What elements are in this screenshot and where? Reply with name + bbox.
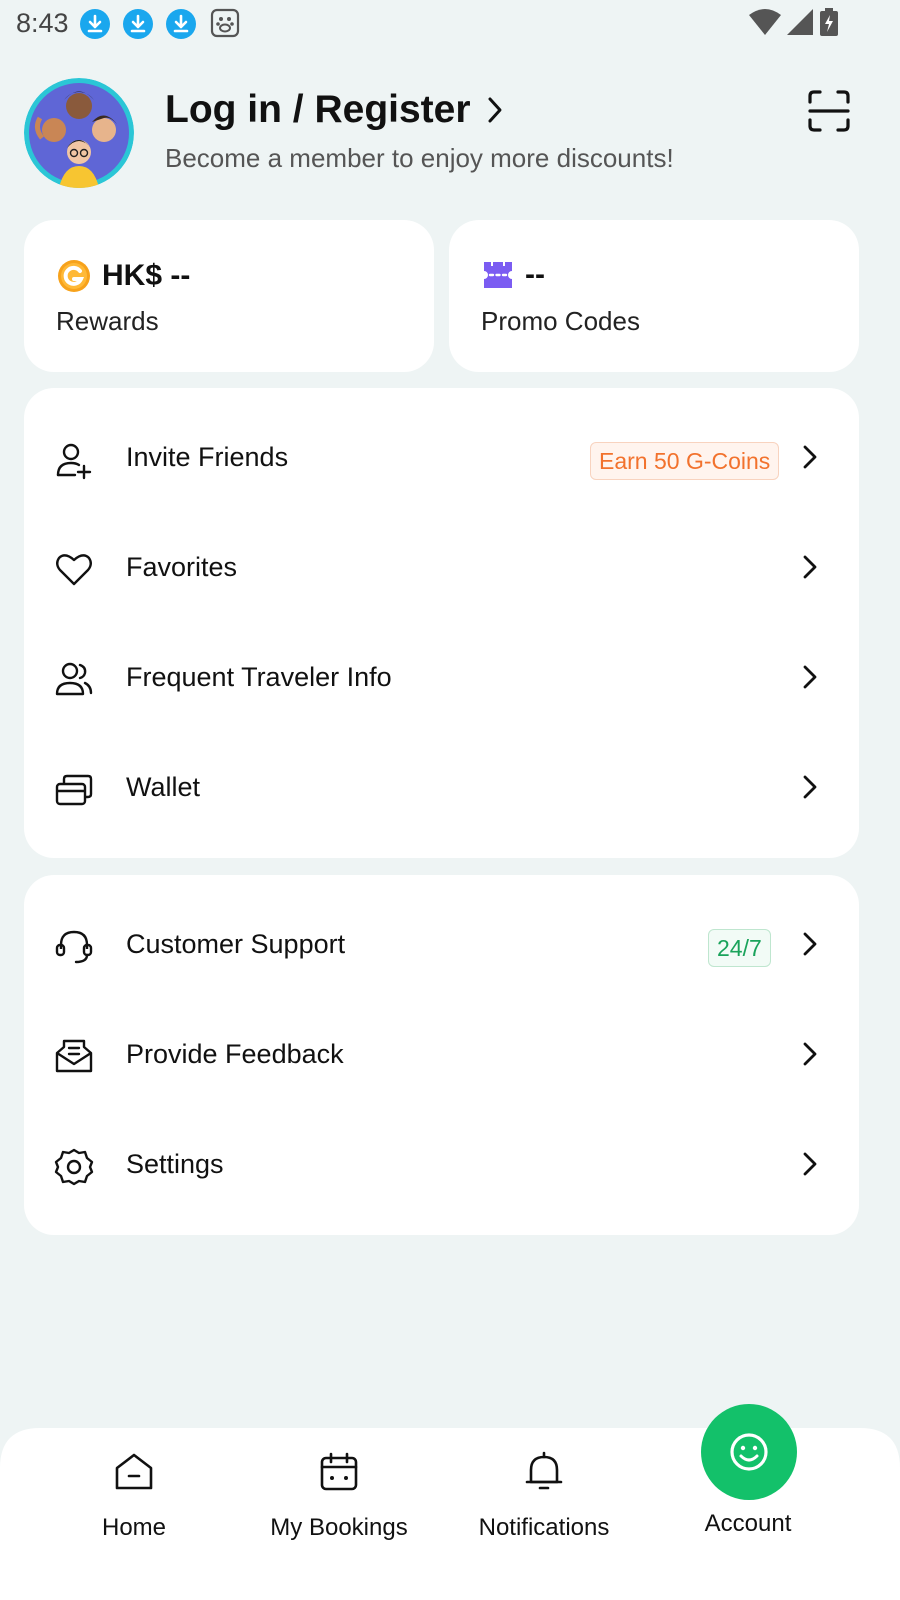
scan-button[interactable] xyxy=(806,88,852,134)
promo-label: Promo Codes xyxy=(481,306,640,336)
earn-coins-badge: Earn 50 G-Coins xyxy=(590,442,780,480)
travelers-icon xyxy=(55,662,93,696)
calendar-icon xyxy=(320,1452,358,1491)
login-register-link[interactable]: Log in / Register xyxy=(165,88,505,132)
bell-icon xyxy=(525,1451,563,1490)
download-icon xyxy=(80,9,110,39)
login-title-text: Log in / Register xyxy=(165,88,471,131)
rewards-value-row: HK$ -- xyxy=(56,258,190,294)
nav-account-label[interactable]: Account xyxy=(658,1510,838,1538)
menu-item-provide-feedback[interactable]: Provide Feedback xyxy=(24,1001,859,1111)
scan-icon xyxy=(808,90,850,132)
smile-icon xyxy=(730,1433,768,1471)
menu-item-invite-friends[interactable]: Invite Friends Earn 50 G-Coins xyxy=(24,404,859,514)
add-user-icon xyxy=(56,443,92,480)
status-bar: 8:43 xyxy=(0,0,900,48)
battery-charging-icon xyxy=(818,7,840,42)
status-time: 8:43 xyxy=(16,8,69,38)
menu-label: Wallet xyxy=(126,772,201,802)
chevron-right-icon xyxy=(803,1042,817,1066)
chevron-right-icon xyxy=(803,665,817,689)
chevron-right-icon xyxy=(803,775,817,799)
login-subtitle: Become a member to enjoy more discounts! xyxy=(165,143,674,173)
baidu-icon xyxy=(210,8,240,38)
chevron-right-icon xyxy=(803,445,817,469)
menu-item-favorites[interactable]: Favorites xyxy=(24,514,859,624)
menu-label: Frequent Traveler Info xyxy=(126,662,392,692)
nav-home[interactable]: Home xyxy=(44,1450,224,1570)
home-icon xyxy=(115,1453,153,1490)
download-icon xyxy=(166,9,196,39)
menu-item-wallet[interactable]: Wallet xyxy=(24,734,859,844)
g-coin-icon xyxy=(58,260,90,292)
account-menu-primary: Invite Friends Earn 50 G-Coins Favorites… xyxy=(24,388,859,858)
menu-label: Invite Friends xyxy=(126,442,289,472)
system-status-icons xyxy=(748,7,840,42)
chevron-right-icon xyxy=(488,97,502,123)
menu-item-frequent-traveler-info[interactable]: Frequent Traveler Info xyxy=(24,624,859,734)
menu-label: Provide Feedback xyxy=(126,1039,344,1069)
download-icon xyxy=(123,9,153,39)
support-hours-badge: 24/7 xyxy=(708,929,771,967)
signal-icon xyxy=(786,7,814,42)
bottom-navigation: Home My Bookings Notifications Account xyxy=(0,1404,900,1600)
ticket-icon xyxy=(484,262,512,288)
avatar[interactable] xyxy=(24,78,134,188)
rewards-label: Rewards xyxy=(56,306,159,336)
nav-label: Notifications xyxy=(478,1514,610,1541)
feedback-icon xyxy=(55,1039,93,1073)
chevron-right-icon xyxy=(803,1152,817,1176)
menu-item-settings[interactable]: Settings xyxy=(24,1111,859,1221)
nav-label: Home xyxy=(101,1514,167,1541)
menu-label: Favorites xyxy=(126,552,238,582)
nav-label: My Bookings xyxy=(270,1514,408,1541)
rewards-value: HK$ -- xyxy=(102,259,191,292)
promo-value-row: -- xyxy=(481,258,545,292)
chevron-right-icon xyxy=(803,932,817,956)
menu-item-customer-support[interactable]: Customer Support 24/7 xyxy=(24,891,859,1001)
gear-icon xyxy=(54,1148,94,1186)
account-menu-secondary: Customer Support 24/7 Provide Feedback S… xyxy=(24,875,859,1235)
nav-account-button[interactable] xyxy=(701,1404,797,1500)
heart-icon xyxy=(56,554,92,586)
wallet-icon xyxy=(55,774,93,806)
promo-value: -- xyxy=(525,258,545,291)
wifi-icon xyxy=(748,7,782,42)
chevron-right-icon xyxy=(803,555,817,579)
headset-icon xyxy=(55,930,93,964)
nav-my-bookings[interactable]: My Bookings xyxy=(249,1450,429,1570)
nav-notifications[interactable]: Notifications xyxy=(454,1450,634,1570)
menu-label: Customer Support xyxy=(126,929,346,959)
menu-label: Settings xyxy=(126,1149,224,1179)
promo-codes-card[interactable]: -- Promo Codes xyxy=(449,220,859,372)
rewards-card[interactable]: HK$ -- Rewards xyxy=(24,220,434,372)
